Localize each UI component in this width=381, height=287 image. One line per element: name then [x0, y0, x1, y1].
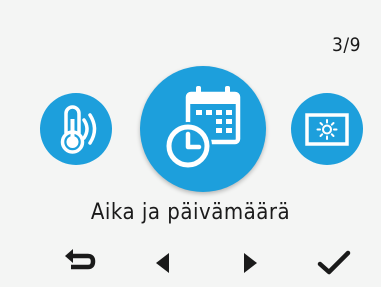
next-icon — [244, 253, 257, 273]
time-date-menu-button[interactable] — [140, 66, 266, 192]
previous-icon — [156, 253, 169, 273]
confirm-button[interactable] — [314, 244, 354, 282]
screen-brightness-icon — [305, 113, 349, 146]
temperature-menu-button[interactable] — [40, 93, 112, 165]
previous-button[interactable] — [143, 244, 183, 282]
page-counter: 3/9 — [331, 34, 361, 56]
thermometer-icon — [60, 105, 97, 154]
calendar-clock-icon — [164, 86, 241, 170]
next-button[interactable] — [230, 244, 270, 282]
back-icon — [65, 249, 96, 270]
selected-menu-label: Aika ja päivämäärä — [90, 200, 291, 225]
display-menu-button[interactable] — [291, 93, 363, 165]
back-button[interactable] — [60, 244, 100, 282]
settings-menu-screen: 3/9 Aika ja päivämäärä — [0, 0, 381, 287]
navigation-bar — [0, 244, 381, 282]
confirm-icon — [317, 250, 351, 275]
